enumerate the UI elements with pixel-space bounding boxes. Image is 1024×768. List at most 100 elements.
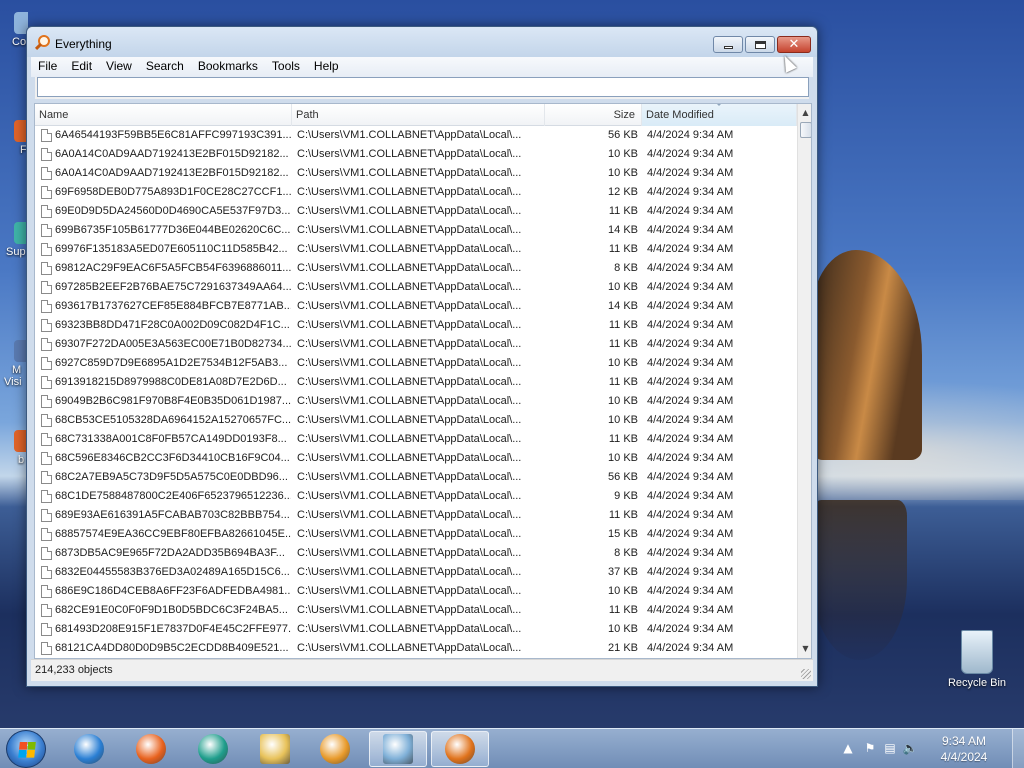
file-icon xyxy=(41,224,52,237)
desktop-icon-partial[interactable]: F xyxy=(0,120,28,156)
desktop-icon-partial[interactable]: M Visi xyxy=(0,340,28,388)
taskbar-app-edge[interactable] xyxy=(184,731,242,767)
table-row[interactable]: 6832E04455583B376ED3A02489A165D15C6... C:… xyxy=(35,563,797,582)
file-path: C:\Users\VM1.COLLABNET\AppData\Local\... xyxy=(297,262,522,274)
resize-grip-icon[interactable] xyxy=(801,669,811,679)
file-name: 697285B2EEF2B76BAE75C7291637349AA64... xyxy=(55,281,291,293)
file-path: C:\Users\VM1.COLLABNET\AppData\Local\... xyxy=(297,566,522,578)
file-name: 68857574E9EA36CC9EBF80EFBA82661045E... xyxy=(55,528,291,540)
menu-view[interactable]: View xyxy=(99,57,139,77)
table-row[interactable]: 69F6958DEB0D775A893D1F0CE28C27CCF1... C:\… xyxy=(35,183,797,202)
file-icon xyxy=(41,547,52,560)
network-icon[interactable]: ▤ xyxy=(882,741,898,755)
desktop-icon-partial[interactable]: Sup xyxy=(0,222,28,258)
file-name: 69049B2B6C981F970B8F4E0B35D061D1987... xyxy=(55,395,291,407)
table-row[interactable]: 68C2A7EB9A5C73D9F5D5A575C0E0DBD96... C:\U… xyxy=(35,468,797,487)
menu-help[interactable]: Help xyxy=(307,57,346,77)
table-row[interactable]: 68C596E8346CB2CC3F6D34410CB16F9C04... C:\… xyxy=(35,449,797,468)
file-size: 11 KB xyxy=(608,376,638,388)
desktop-icon-partial[interactable]: b xyxy=(0,430,28,466)
file-name: 69307F272DA005E3A563EC00E71B0D82734... xyxy=(55,338,291,350)
column-header-name[interactable]: Name xyxy=(35,104,292,126)
file-size: 14 KB xyxy=(608,300,638,312)
menu-search[interactable]: Search xyxy=(139,57,191,77)
file-date-modified: 4/4/2024 9:34 AM xyxy=(647,642,734,654)
column-header-path[interactable]: Path xyxy=(292,104,545,126)
scroll-down-arrow-icon[interactable]: ▼ xyxy=(800,642,811,656)
file-name: 69976F135183A5ED07E605110C11D585B42... xyxy=(55,243,288,255)
file-size: 37 KB xyxy=(608,566,638,578)
taskbar-app-notepad[interactable] xyxy=(369,731,427,767)
table-row[interactable]: 68C1DE7588487800C2E406F6523796512236... C… xyxy=(35,487,797,506)
close-button[interactable]: ✕ xyxy=(777,36,811,53)
file-icon xyxy=(41,281,52,294)
search-input[interactable] xyxy=(37,77,809,97)
table-row[interactable]: 69E0D9D5DA24560D0D4690CA5E537F97D3... C:\… xyxy=(35,202,797,221)
file-size: 10 KB xyxy=(608,395,638,407)
taskbar-app-everything[interactable] xyxy=(431,731,489,767)
column-header-size[interactable]: Size xyxy=(545,104,642,126)
desktop-icon-recycle-bin[interactable]: Recycle Bin xyxy=(940,630,1014,689)
table-row[interactable]: 6A0A14C0AD9AAD7192413E2BF015D92182... C:\… xyxy=(35,164,797,183)
start-button[interactable] xyxy=(6,730,46,768)
column-header-date-modified[interactable]: Date Modified xyxy=(642,104,797,126)
taskbar-app-file-explorer[interactable] xyxy=(246,731,304,767)
table-row[interactable]: 699B6735F105B61777D36E044BE02620C6C... C:… xyxy=(35,221,797,240)
table-row[interactable]: 693617B1737627CEF85E884BFCB7E8771AB... C:… xyxy=(35,297,797,316)
file-path: C:\Users\VM1.COLLABNET\AppData\Local\... xyxy=(297,604,522,616)
show-hidden-icons-icon[interactable]: ▲ xyxy=(840,741,856,755)
minimize-button[interactable] xyxy=(713,36,743,53)
clock[interactable]: 9:34 AM 4/4/2024 xyxy=(922,733,1006,765)
recycle-bin-icon xyxy=(961,630,993,674)
file-icon xyxy=(41,395,52,408)
file-size: 21 KB xyxy=(608,642,638,654)
file-icon xyxy=(41,528,52,541)
file-date-modified: 4/4/2024 9:34 AM xyxy=(647,281,734,293)
volume-muted-icon[interactable]: 🔈 xyxy=(902,741,918,755)
table-row[interactable]: 6A0A14C0AD9AAD7192413E2BF015D92182... C:\… xyxy=(35,145,797,164)
table-row[interactable]: 69812AC29F9EAC6F5A5FCB54F6396886011... C:… xyxy=(35,259,797,278)
taskbar-app-internet-explorer[interactable] xyxy=(60,731,118,767)
file-icon xyxy=(41,414,52,427)
table-row[interactable]: 689E93AE616391A5FCABAB703C82BBB754... C:\… xyxy=(35,506,797,525)
table-row[interactable]: 686E9C186D4CEB8A6FF23F6ADFEDBA4981... C:\… xyxy=(35,582,797,601)
table-row[interactable]: 697285B2EEF2B76BAE75C7291637349AA64... C:… xyxy=(35,278,797,297)
table-row[interactable]: 6A46544193F59BB5E6C81AFFC997193C391... C:… xyxy=(35,126,797,145)
title-bar[interactable]: Everything ✕ xyxy=(27,27,817,57)
action-center-flag-icon[interactable]: ⚑ xyxy=(862,741,878,755)
menu-file[interactable]: File xyxy=(31,57,64,77)
table-row[interactable]: 681493D208E915F1E7837D0F4E45C2FFE977... C… xyxy=(35,620,797,639)
file-path: C:\Users\VM1.COLLABNET\AppData\Local\... xyxy=(297,357,522,369)
table-row[interactable]: 682CE91E0C0F0F9D1B0D5BDC6C3F24BA5... C:\U… xyxy=(35,601,797,620)
show-desktop-button[interactable] xyxy=(1012,729,1024,768)
taskbar-app-media-player[interactable] xyxy=(306,731,364,767)
table-row[interactable]: 69323BB8DD471F28C0A002D09C082D4F1C... C:\… xyxy=(35,316,797,335)
table-row[interactable]: 68CB53CE5105328DA6964152A15270657FC... C:… xyxy=(35,411,797,430)
menu-tools[interactable]: Tools xyxy=(265,57,307,77)
scrollbar-thumb[interactable] xyxy=(800,122,811,138)
file-path: C:\Users\VM1.COLLABNET\AppData\Local\... xyxy=(297,623,522,635)
menu-bookmarks[interactable]: Bookmarks xyxy=(191,57,265,77)
table-row[interactable]: 68857574E9EA36CC9EBF80EFBA82661045E... C:… xyxy=(35,525,797,544)
file-size: 10 KB xyxy=(608,414,638,426)
maximize-button[interactable] xyxy=(745,36,775,53)
menu-edit[interactable]: Edit xyxy=(64,57,99,77)
table-row[interactable]: 68C731338A001C8F0FB57CA149DD0193F8... C:\… xyxy=(35,430,797,449)
table-row[interactable]: 69049B2B6C981F970B8F4E0B35D061D1987... C:… xyxy=(35,392,797,411)
file-name: 682CE91E0C0F0F9D1B0D5BDC6C3F24BA5... xyxy=(55,604,288,616)
vertical-scrollbar[interactable]: ▲ ▼ xyxy=(797,104,811,658)
scroll-up-arrow-icon[interactable]: ▲ xyxy=(800,106,811,120)
file-size: 12 KB xyxy=(608,186,638,198)
file-date-modified: 4/4/2024 9:34 AM xyxy=(647,338,734,350)
table-row[interactable]: 6927C859D7D9E6895A1D2E7534B12F5AB3... C:\… xyxy=(35,354,797,373)
media-player-icon xyxy=(320,734,350,764)
file-icon xyxy=(41,338,52,351)
desktop-icon-partial[interactable]: Co xyxy=(0,12,28,48)
file-path: C:\Users\VM1.COLLABNET\AppData\Local\... xyxy=(297,395,522,407)
table-row[interactable]: 69307F272DA005E3A563EC00E71B0D82734... C:… xyxy=(35,335,797,354)
table-row[interactable]: 6913918215D8979988C0DE81A08D7E2D6D... C:\… xyxy=(35,373,797,392)
table-row[interactable]: 6873DB5AC9E965F72DA2ADD35B694BA3F... C:\U… xyxy=(35,544,797,563)
taskbar-app-firefox[interactable] xyxy=(122,731,180,767)
table-row[interactable]: 69976F135183A5ED07E605110C11D585B42... C:… xyxy=(35,240,797,259)
table-row[interactable]: 68121CA4DD80D0D9B5C2ECDD8B409E521... C:\U… xyxy=(35,639,797,658)
